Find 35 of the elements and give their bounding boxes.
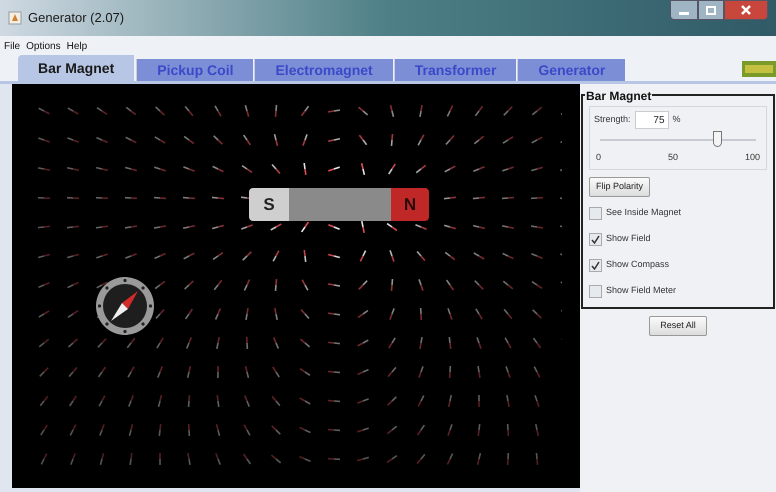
pole-label: S — [263, 194, 275, 216]
checkbox[interactable] — [589, 258, 602, 272]
close-button[interactable] — [724, 0, 768, 20]
menu-item[interactable]: File — [4, 38, 20, 54]
checkbox[interactable] — [589, 284, 602, 298]
checkbox-label: See Inside Magnet — [606, 206, 682, 220]
compass-icon[interactable] — [95, 276, 155, 336]
tick-label: 100 — [744, 151, 760, 164]
checkbox[interactable] — [589, 232, 602, 246]
menu-item[interactable]: Options — [26, 38, 61, 54]
strength-label: Strength: — [594, 113, 631, 126]
strength-field[interactable]: 75 — [634, 111, 669, 129]
tick-label: 50 — [668, 151, 678, 164]
checkbox[interactable] — [589, 206, 602, 220]
check-icon — [591, 234, 600, 244]
menu-item[interactable]: Help — [66, 38, 88, 54]
checkbox-label: Show Compass — [606, 258, 670, 272]
maximize-icon — [706, 6, 716, 14]
maximize-button[interactable] — [698, 0, 724, 20]
checkbox-label: Show Field — [606, 232, 651, 246]
tab[interactable]: Bar Magnet — [18, 55, 134, 81]
app-icon — [8, 11, 22, 25]
pole-label: N — [404, 194, 416, 216]
close-icon — [741, 5, 751, 15]
checkbox-label: Show Field Meter — [606, 284, 676, 298]
minimize-icon — [679, 12, 689, 15]
window-title: Generator (2.07) — [28, 9, 124, 28]
reset-all-button[interactable]: Reset All — [649, 316, 707, 336]
unit-label: % — [672, 113, 681, 126]
flip-polarity-button[interactable]: Flip Polarity — [589, 176, 650, 196]
minimize-button[interactable] — [670, 0, 698, 20]
check-icon — [591, 260, 600, 270]
tick-label: 0 — [596, 151, 602, 164]
slider-thumb[interactable] — [713, 131, 722, 147]
logo-icon — [742, 61, 776, 77]
